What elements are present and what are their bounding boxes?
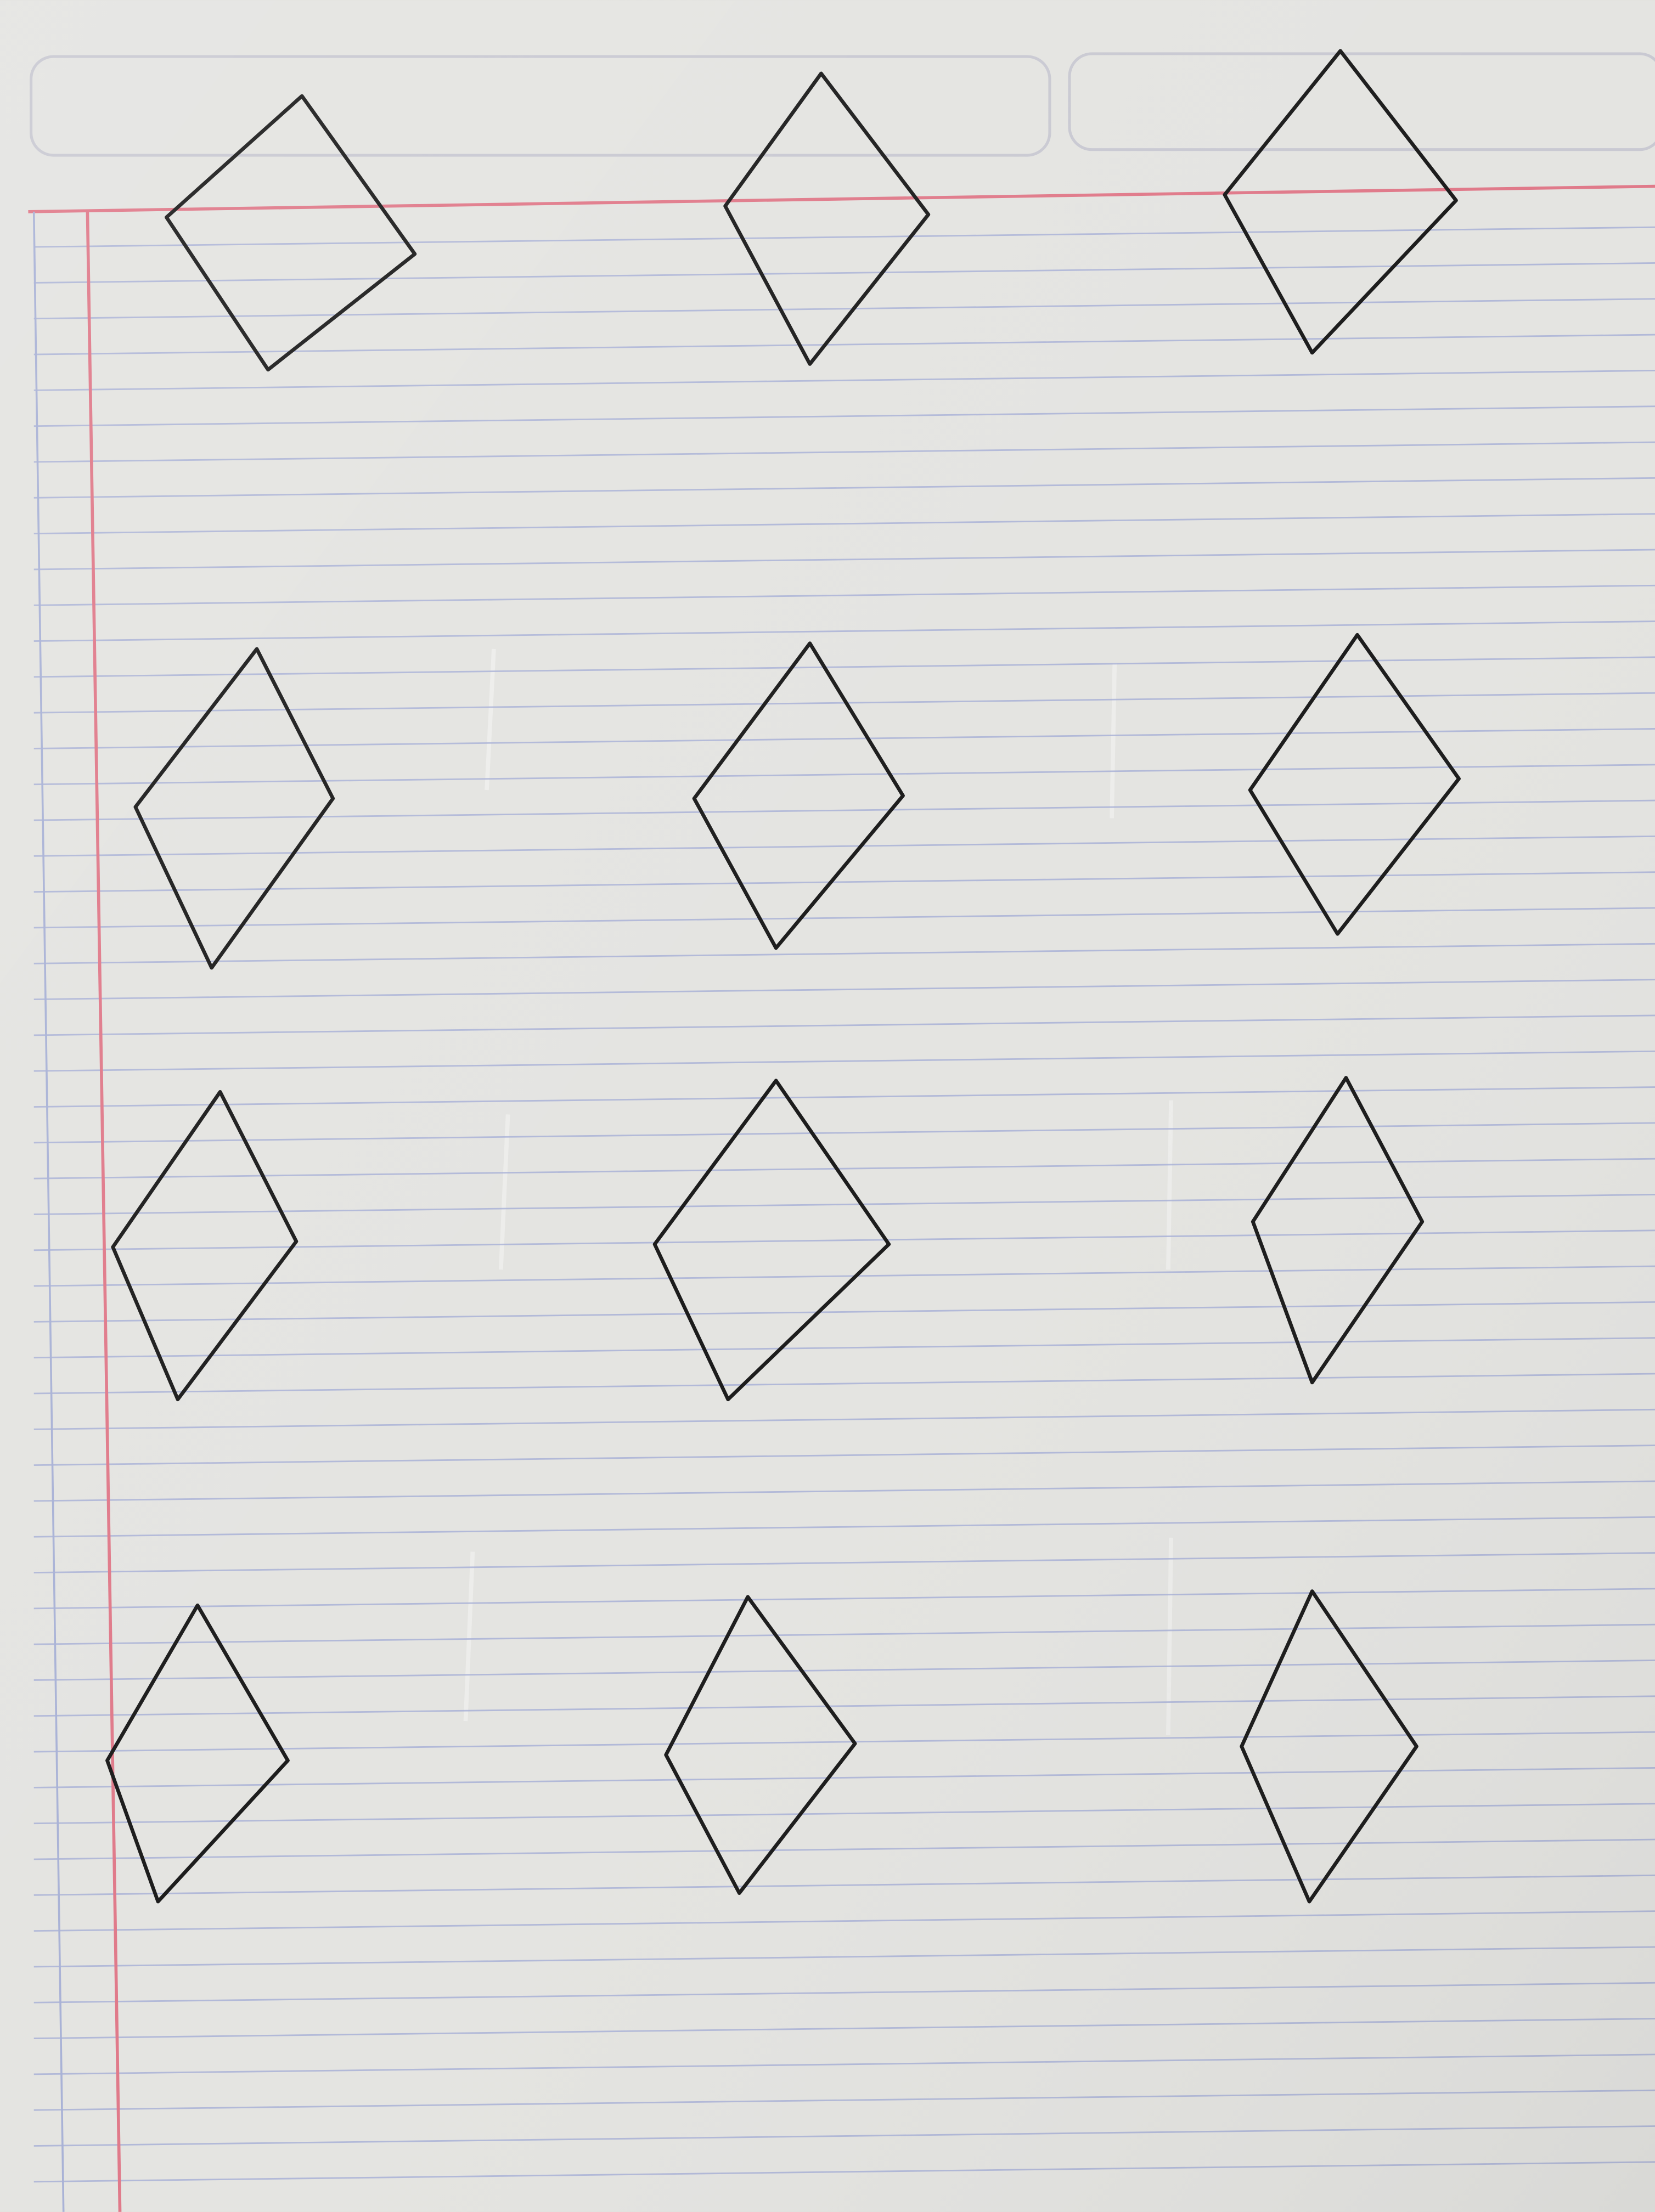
notebook-paper bbox=[0, 0, 1655, 2212]
paper-shading bbox=[0, 0, 1655, 2212]
